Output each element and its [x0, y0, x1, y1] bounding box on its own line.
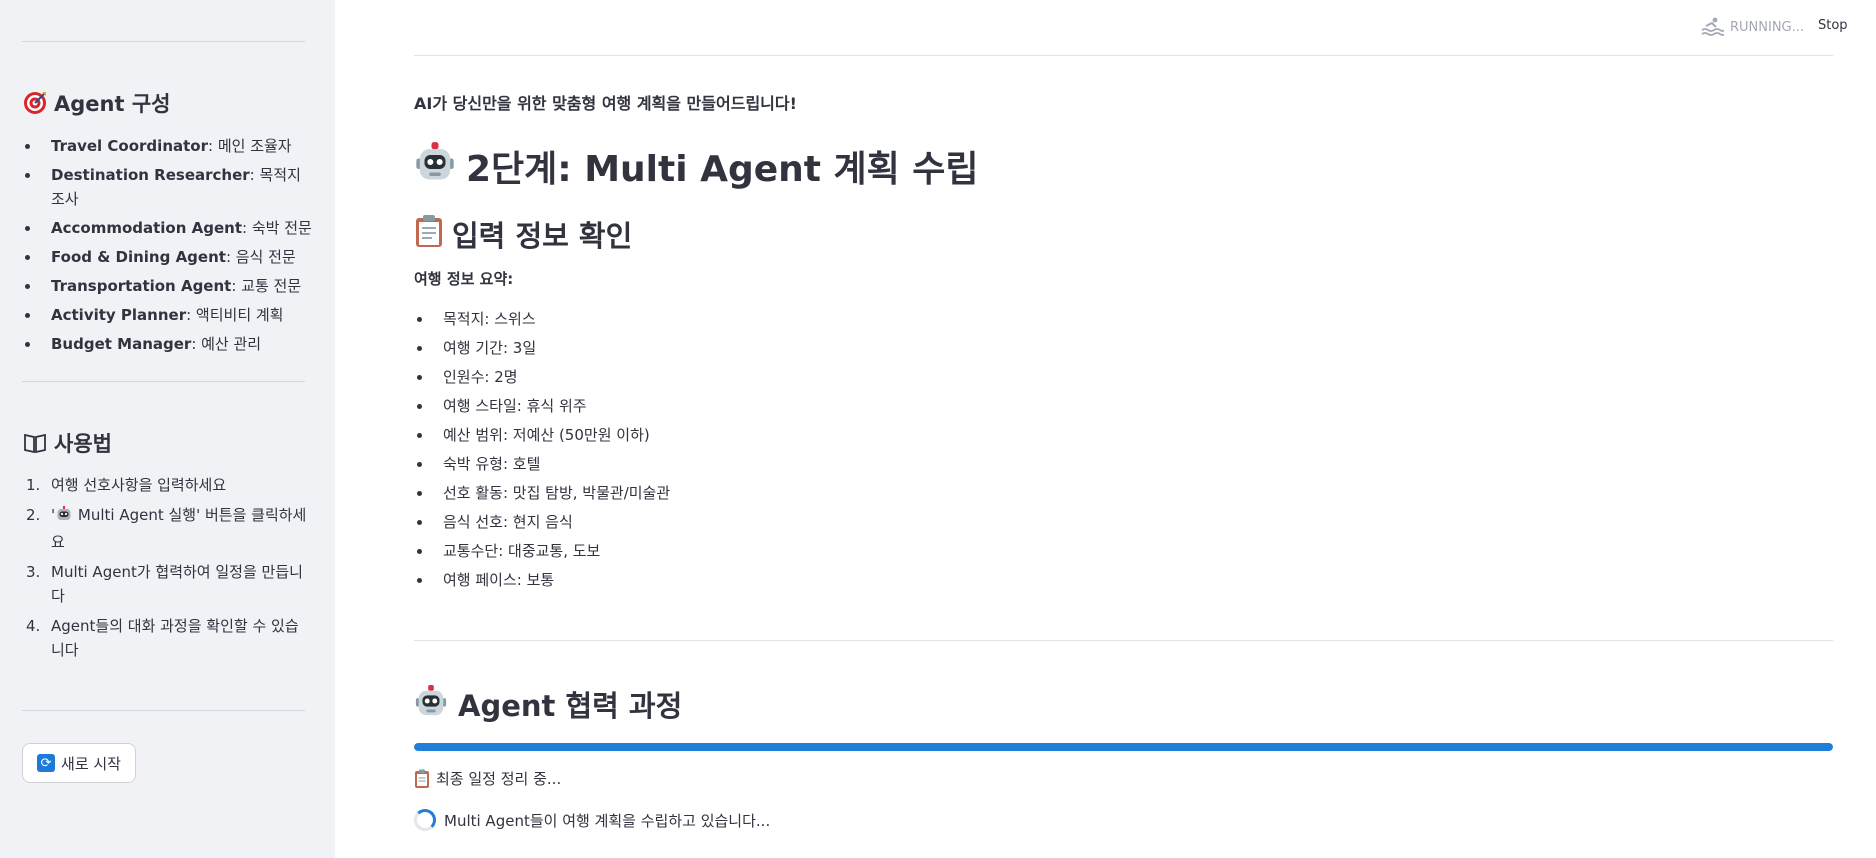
clipboard-icon [414, 214, 444, 255]
list-item: 2. ' Multi Agent 실행' 버튼을 클릭하세요 [22, 503, 312, 554]
step-status: 최종 일정 정리 중... [414, 768, 561, 789]
list-item: Food & Dining Agent: 음식 전문 [22, 245, 312, 269]
restart-button-label: 새로 시작 [61, 754, 121, 773]
restart-button[interactable]: ⟳ 새로 시작 [22, 743, 136, 783]
input-heading: 입력 정보 확인 [414, 213, 632, 255]
main-divider [414, 640, 1833, 641]
step-number: 1. [26, 476, 41, 494]
stop-button[interactable]: Stop [1818, 18, 1848, 33]
sidebar: Agent 구성 Travel Coordinator: 메인 조율자 Dest… [0, 0, 335, 858]
list-item: Accommodation Agent: 숙박 전문 [22, 216, 312, 240]
agents-list: Travel Coordinator: 메인 조율자 Destination R… [22, 134, 312, 361]
list-item: 인원수: 2명 [414, 365, 670, 394]
step-status-text: 최종 일정 정리 중... [436, 770, 562, 788]
list-item: Transportation Agent: 교통 전문 [22, 274, 312, 298]
sidebar-divider [22, 710, 305, 711]
robot-icon [414, 684, 448, 725]
collab-heading-text: Agent 협력 과정 [458, 689, 683, 723]
main-divider [414, 55, 1833, 56]
agent-name: Food & Dining Agent [51, 248, 226, 266]
target-icon [22, 90, 48, 116]
agent-name: Transportation Agent [51, 277, 232, 295]
agent-role: : 교통 전문 [231, 277, 302, 295]
step-text: Multi Agent 실행' 버튼을 클릭하세요 [51, 506, 307, 551]
usage-heading: 사용법 [22, 428, 112, 458]
progress-fill [414, 743, 1833, 751]
list-item: 여행 기간: 3일 [414, 336, 670, 365]
list-item: Activity Planner: 액티비티 계획 [22, 303, 312, 327]
spinner-status: Multi Agent들이 여행 계획을 수립하고 있습니다... [414, 809, 770, 831]
input-heading-text: 입력 정보 확인 [452, 219, 633, 253]
list-item: Destination Researcher: 목적지 조사 [22, 163, 312, 211]
list-item: 선호 활동: 맛집 탐방, 박물관/미술관 [414, 481, 670, 510]
book-icon [22, 430, 48, 456]
list-item: 목적지: 스위스 [414, 307, 670, 336]
list-item: Budget Manager: 예산 관리 [22, 332, 312, 356]
agents-heading: Agent 구성 [22, 88, 170, 118]
agent-role: : 메인 조율자 [208, 137, 292, 155]
swimmer-icon [1701, 17, 1724, 36]
list-item: 여행 페이스: 보통 [414, 568, 670, 597]
agent-name: Budget Manager [51, 335, 192, 353]
list-item: 교통수단: 대중교통, 도보 [414, 539, 670, 568]
list-item: Travel Coordinator: 메인 조율자 [22, 134, 312, 158]
agent-name: Destination Researcher [51, 166, 250, 184]
page-title: 2단계: Multi Agent 계획 수립 [414, 140, 979, 192]
list-item: 음식 선호: 현지 음식 [414, 510, 670, 539]
agent-role: : 액티비티 계획 [186, 306, 284, 324]
sidebar-divider [22, 381, 305, 382]
step-number: 2. [26, 506, 41, 524]
step-number: 3. [26, 563, 41, 581]
agents-heading-text: Agent 구성 [54, 92, 171, 116]
step-number: 4. [26, 617, 41, 635]
usage-list: 1. 여행 선호사항을 입력하세요 2. ' Multi Agent 실행' 버튼을… [22, 473, 312, 668]
clipboard-icon [415, 769, 429, 788]
agent-name: Activity Planner [51, 306, 187, 324]
agent-role: : 음식 전문 [225, 248, 296, 266]
list-item: 숙박 유형: 호텔 [414, 452, 670, 481]
progress-bar [414, 743, 1833, 751]
agent-role: : 예산 관리 [191, 335, 262, 353]
running-status: RUNNING... [1700, 16, 1804, 38]
summary-label: 여행 정보 요약: [414, 270, 514, 288]
list-item: 3. Multi Agent가 협력하여 일정을 만듭니다 [22, 560, 312, 608]
list-item: 4. Agent들의 대화 과정을 확인할 수 있습니다 [22, 614, 312, 662]
collab-heading: Agent 협력 과정 [414, 683, 682, 725]
summary-list: 목적지: 스위스 여행 기간: 3일 인원수: 2명 여행 스타일: 휴식 위주… [414, 307, 670, 597]
running-status-text: RUNNING... [1730, 19, 1805, 35]
step-text: Multi Agent가 협력하여 일정을 만듭니다 [51, 563, 303, 605]
list-item: 여행 스타일: 휴식 위주 [414, 394, 670, 423]
agent-role: : 숙박 전문 [242, 219, 312, 237]
refresh-icon: ⟳ [37, 754, 56, 772]
spinner-text: Multi Agent들이 여행 계획을 수립하고 있습니다... [444, 811, 771, 830]
step-text: 여행 선호사항을 입력하세요 [51, 476, 227, 494]
agent-name: Accommodation Agent [51, 219, 243, 237]
page-subtitle: AI가 당신만을 위한 맞춤형 여행 계획을 만들어드립니다! [414, 94, 797, 113]
list-item: 1. 여행 선호사항을 입력하세요 [22, 473, 312, 497]
step-text: Agent들의 대화 과정을 확인할 수 있습니다 [51, 617, 299, 659]
list-item: 예산 범위: 저예산 (50만원 이하) [414, 423, 670, 452]
robot-icon [55, 505, 73, 530]
agent-name: Travel Coordinator [51, 137, 208, 155]
usage-heading-text: 사용법 [54, 432, 112, 456]
page-title-text: 2단계: Multi Agent 계획 수립 [466, 149, 979, 190]
robot-icon [414, 141, 456, 192]
sidebar-divider [22, 41, 305, 42]
spinner-icon [414, 809, 436, 831]
